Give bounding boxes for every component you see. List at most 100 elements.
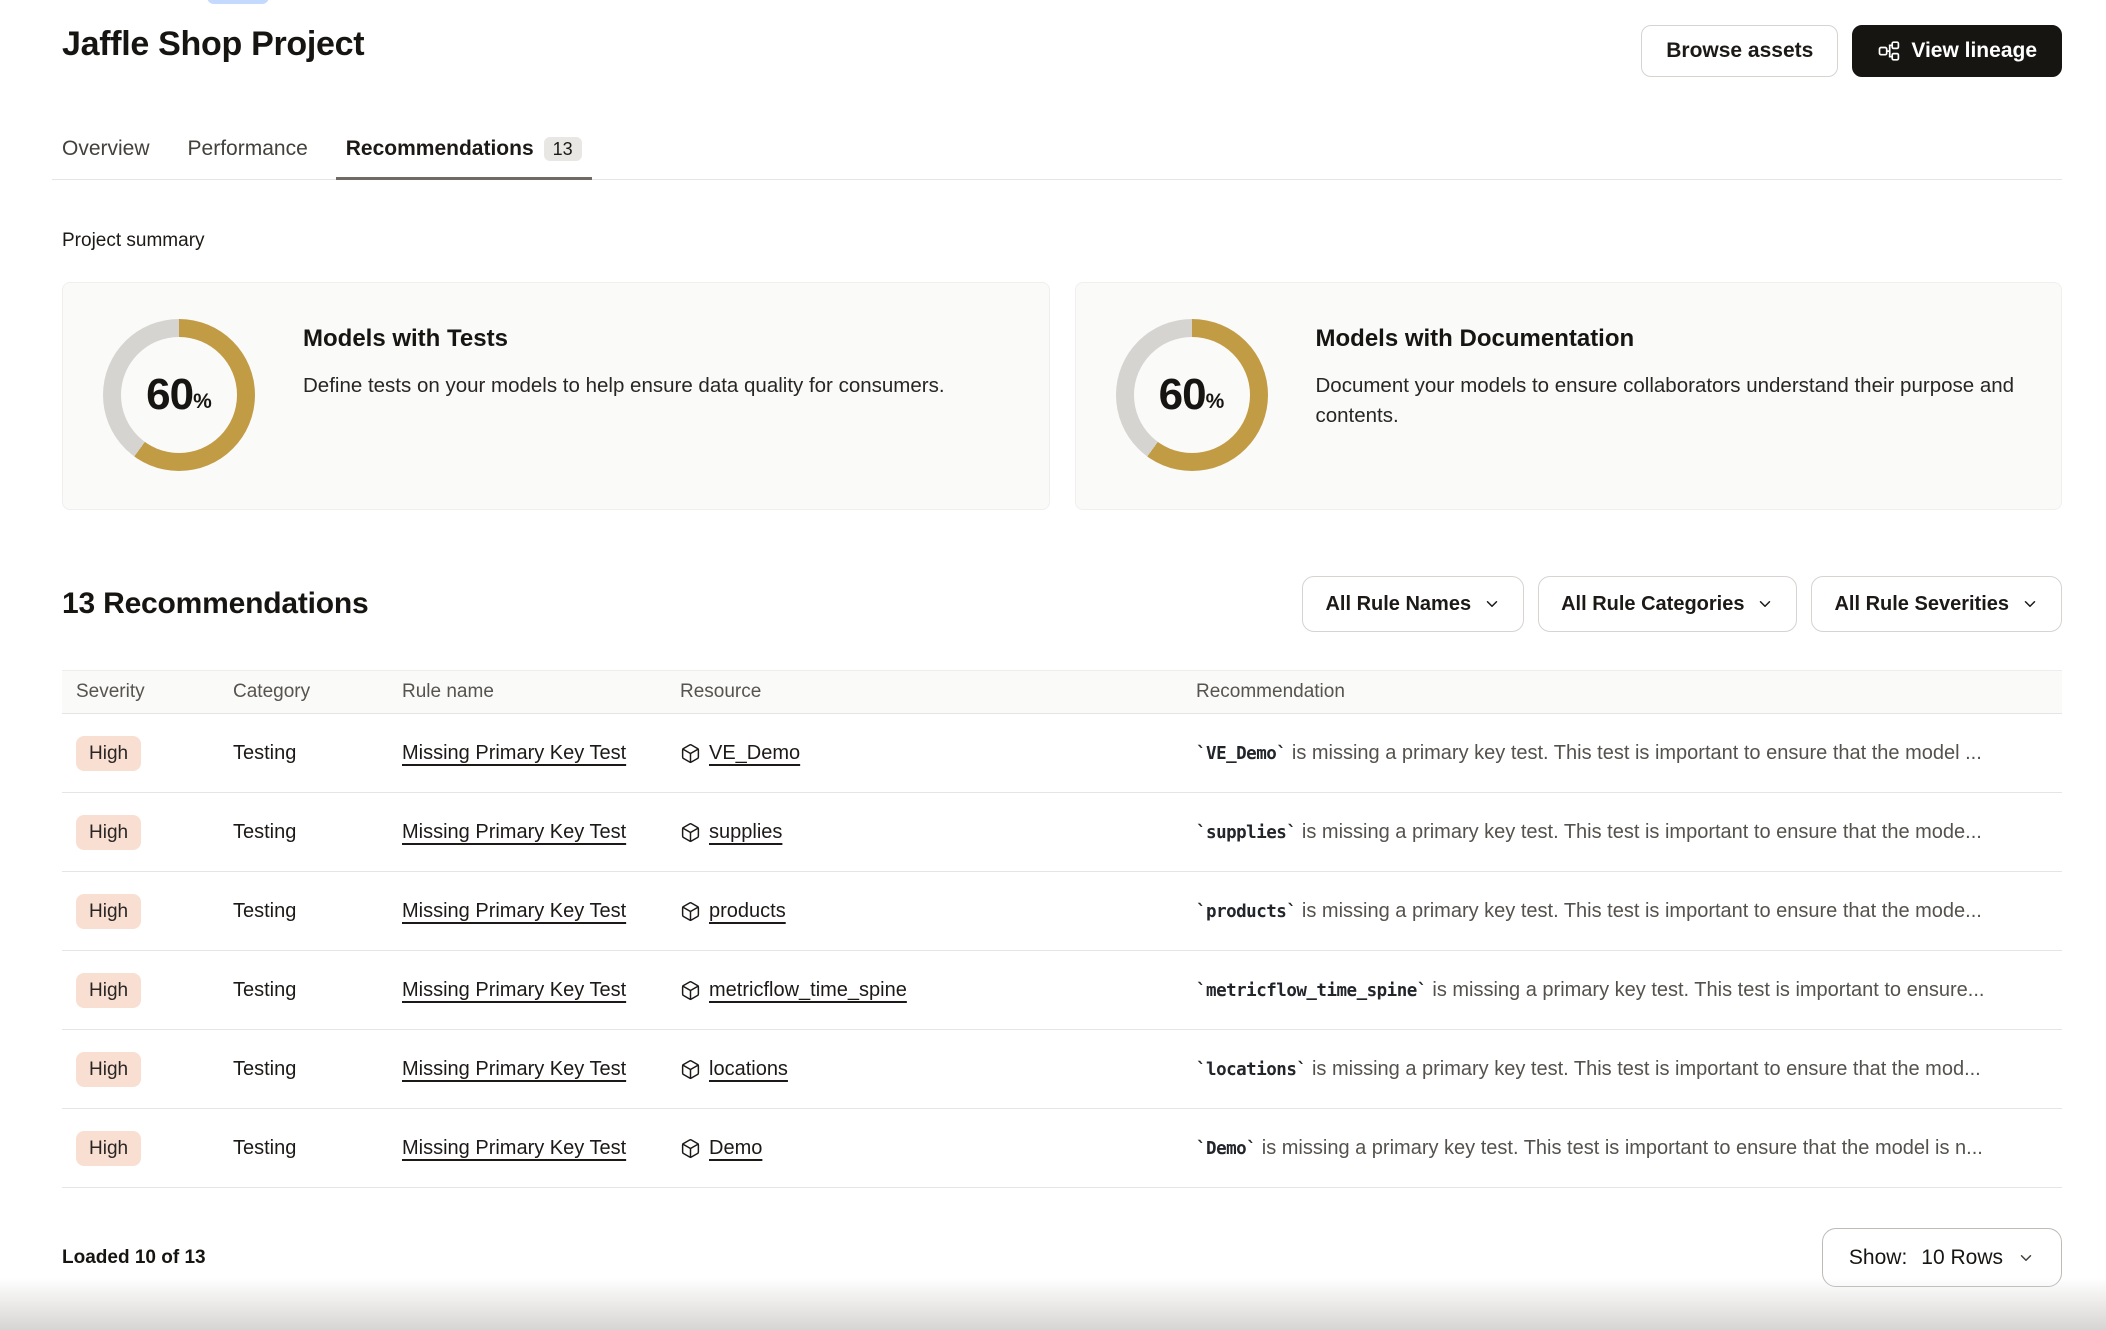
donut-chart-documentation: 60%	[1116, 319, 1268, 471]
loaded-count-text: Loaded 10 of 13	[62, 1247, 206, 1269]
page-header: Jaffle Shop Project Browse assets View l…	[62, 0, 2062, 77]
resource-link[interactable]: products	[709, 900, 786, 923]
header-actions: Browse assets View lineage	[1641, 25, 2062, 77]
recommendation-rest: is missing a primary key test. This test…	[1296, 821, 1981, 843]
category-cell: Testing	[219, 1109, 388, 1188]
donut-percent-value: 60	[146, 370, 193, 420]
recommendation-rest: is missing a primary key test. This test…	[1427, 979, 1985, 1001]
filter-rule-names[interactable]: All Rule Names	[1302, 576, 1524, 632]
browse-assets-label: Browse assets	[1666, 39, 1813, 63]
percent-sign: %	[193, 390, 212, 414]
recommendation-text: `locations` is missing a primary key tes…	[1196, 1058, 1981, 1080]
donut-percent-value: 60	[1159, 370, 1206, 420]
show-rows-dropdown[interactable]: Show: 10 Rows	[1822, 1228, 2062, 1287]
table-row: High Testing Missing Primary Key Test VE…	[62, 714, 2062, 793]
model-cube-icon	[680, 1059, 701, 1080]
category-cell: Testing	[219, 872, 388, 951]
recommendation-rest: is missing a primary key test. This test…	[1306, 1058, 1980, 1080]
rule-name-link[interactable]: Missing Primary Key Test	[402, 1058, 626, 1080]
model-cube-icon	[680, 822, 701, 843]
chevron-down-icon	[1483, 595, 1501, 613]
recommendation-rest: is missing a primary key test. This test…	[1256, 1137, 1983, 1159]
column-header-recommendation: Recommendation	[1182, 671, 2062, 714]
table-body: High Testing Missing Primary Key Test VE…	[62, 714, 2062, 1188]
column-header-resource: Resource	[666, 671, 1182, 714]
resource-link[interactable]: supplies	[709, 821, 782, 844]
filter-rule-categories-label: All Rule Categories	[1561, 593, 1744, 616]
card-description: Document your models to ensure collabora…	[1316, 371, 2022, 430]
donut-label: 60%	[1116, 319, 1268, 471]
category-cell: Testing	[219, 793, 388, 872]
tab-recommendations[interactable]: Recommendations 13	[336, 127, 592, 180]
rule-name-link[interactable]: Missing Primary Key Test	[402, 979, 626, 1001]
table-footer: Loaded 10 of 13 Show: 10 Rows	[62, 1228, 2062, 1287]
table-row: High Testing Missing Primary Key Test su…	[62, 793, 2062, 872]
tab-overview-label: Overview	[62, 137, 150, 161]
resource-cell: supplies	[680, 821, 1168, 844]
lineage-icon	[1877, 39, 1901, 63]
summary-card-documentation: 60% Models with Documentation Document y…	[1075, 282, 2063, 510]
recommendation-rest: is missing a primary key test. This test…	[1286, 742, 1981, 764]
model-cube-icon	[680, 1138, 701, 1159]
view-lineage-label: View lineage	[1911, 39, 2037, 63]
show-rows-value: 10 Rows	[1921, 1246, 2003, 1270]
chevron-down-icon	[2021, 595, 2039, 613]
card-title: Models with Documentation	[1316, 325, 2022, 353]
resource-cell: metricflow_time_spine	[680, 979, 1168, 1002]
card-title: Models with Tests	[303, 325, 945, 353]
resource-cell: VE_Demo	[680, 742, 1168, 765]
tab-recommendations-count-badge: 13	[544, 137, 582, 161]
table-row: High Testing Missing Primary Key Test De…	[62, 1109, 2062, 1188]
severity-badge: High	[76, 894, 141, 929]
severity-badge: High	[76, 1052, 141, 1087]
percent-sign: %	[1206, 390, 1225, 414]
table-header: Severity Category Rule name Resource Rec…	[62, 671, 2062, 714]
recommendation-text: `VE_Demo` is missing a primary key test.…	[1196, 742, 1982, 764]
tab-overview[interactable]: Overview	[52, 127, 160, 180]
filter-rule-severities-label: All Rule Severities	[1834, 593, 2009, 616]
summary-cards: 60% Models with Tests Define tests on yo…	[62, 282, 2062, 510]
recommendation-text: `metricflow_time_spine` is missing a pri…	[1196, 979, 1984, 1001]
category-cell: Testing	[219, 1030, 388, 1109]
recommendation-code: `metricflow_time_spine`	[1196, 981, 1427, 1001]
table-row: High Testing Missing Primary Key Test pr…	[62, 872, 2062, 951]
rule-name-link[interactable]: Missing Primary Key Test	[402, 1137, 626, 1159]
clipped-top-element	[207, 0, 269, 4]
resource-link[interactable]: metricflow_time_spine	[709, 979, 907, 1002]
table-row: High Testing Missing Primary Key Test me…	[62, 951, 2062, 1030]
browse-assets-button[interactable]: Browse assets	[1641, 25, 1838, 77]
filter-rule-severities[interactable]: All Rule Severities	[1811, 576, 2062, 632]
page-title: Jaffle Shop Project	[62, 25, 364, 64]
card-text: Models with Documentation Document your …	[1316, 319, 2022, 430]
recommendation-code: `supplies`	[1196, 823, 1296, 843]
tab-performance-label: Performance	[188, 137, 308, 161]
rule-name-link[interactable]: Missing Primary Key Test	[402, 900, 626, 922]
summary-card-tests: 60% Models with Tests Define tests on yo…	[62, 282, 1050, 510]
resource-cell: locations	[680, 1058, 1168, 1081]
tab-performance[interactable]: Performance	[178, 127, 318, 180]
donut-label: 60%	[103, 319, 255, 471]
resource-link[interactable]: Demo	[709, 1137, 762, 1160]
resource-link[interactable]: VE_Demo	[709, 742, 800, 765]
donut-chart-tests: 60%	[103, 319, 255, 471]
resource-link[interactable]: locations	[709, 1058, 788, 1081]
rule-name-link[interactable]: Missing Primary Key Test	[402, 821, 626, 843]
category-cell: Testing	[219, 714, 388, 793]
chevron-down-icon	[1756, 595, 1774, 613]
filter-rule-categories[interactable]: All Rule Categories	[1538, 576, 1797, 632]
view-lineage-button[interactable]: View lineage	[1852, 25, 2062, 77]
rule-name-link[interactable]: Missing Primary Key Test	[402, 742, 626, 764]
page-content: Jaffle Shop Project Browse assets View l…	[0, 0, 2106, 1287]
tab-bar: Overview Performance Recommendations 13	[52, 127, 2062, 180]
filter-bar: All Rule Names All Rule Categories All R…	[1302, 576, 2062, 632]
chevron-down-icon	[2017, 1249, 2035, 1267]
severity-badge: High	[76, 815, 141, 850]
recommendation-text: `products` is missing a primary key test…	[1196, 900, 1982, 922]
resource-cell: products	[680, 900, 1168, 923]
model-cube-icon	[680, 980, 701, 1001]
column-header-severity: Severity	[62, 671, 219, 714]
recommendations-header: 13 Recommendations All Rule Names All Ru…	[62, 576, 2062, 632]
filter-rule-names-label: All Rule Names	[1325, 593, 1471, 616]
recommendation-code: `VE_Demo`	[1196, 744, 1286, 764]
recommendations-table: Severity Category Rule name Resource Rec…	[62, 670, 2062, 1188]
